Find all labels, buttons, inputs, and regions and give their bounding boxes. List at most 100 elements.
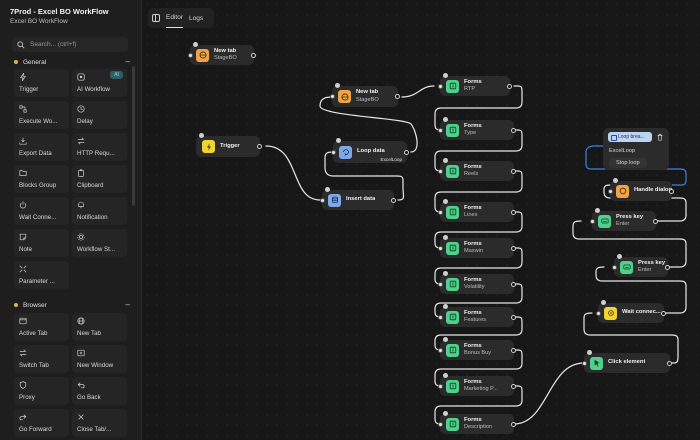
block-active-tab[interactable]: Active Tab	[14, 313, 69, 341]
output-port[interactable]	[404, 149, 409, 155]
block-delay[interactable]: Delay	[72, 101, 127, 129]
node-toggle[interactable]	[617, 254, 622, 259]
node-toggle[interactable]	[325, 187, 330, 192]
collapse-toggle[interactable]: –	[126, 301, 130, 309]
input-port[interactable]	[188, 52, 193, 58]
node-toggle[interactable]	[443, 117, 448, 122]
input-port[interactable]	[608, 188, 613, 194]
input-port[interactable]	[438, 314, 443, 320]
block-parameter-prompt[interactable]: Parameter ...	[14, 261, 69, 289]
tab-logs[interactable]: Logs	[189, 8, 203, 28]
input-port[interactable]	[438, 209, 443, 215]
input-port[interactable]	[596, 310, 601, 316]
node-new-tab-1[interactable]: New tab StageBO	[188, 42, 256, 65]
node-press-key-2[interactable]: Press key Enter	[612, 254, 670, 277]
output-port[interactable]	[661, 310, 666, 316]
node-toggle[interactable]	[595, 208, 600, 213]
node-forms-bonus-buy[interactable]: Forms Bonus Buy	[438, 337, 516, 360]
loop-breakpoint-chip[interactable]: Loop brea...	[608, 132, 652, 142]
node-forms-lines[interactable]: Forms Lines	[438, 199, 516, 222]
node-toggle[interactable]	[443, 337, 448, 342]
output-port[interactable]	[669, 188, 674, 194]
output-port[interactable]	[667, 360, 672, 366]
node-forms-description[interactable]: Forms Description	[438, 411, 516, 434]
input-port[interactable]	[438, 421, 443, 427]
block-note[interactable]: Note	[14, 229, 69, 257]
node-toggle[interactable]	[443, 373, 448, 378]
block-wait-connections[interactable]: Wait Conne...	[14, 197, 69, 225]
output-port[interactable]	[511, 245, 516, 251]
node-press-key-1[interactable]: Press key Enter	[590, 208, 658, 231]
input-port[interactable]	[438, 281, 443, 287]
section-browser-header[interactable]: Browser –	[14, 299, 130, 311]
output-port[interactable]	[511, 347, 516, 353]
node-trigger[interactable]: Trigger	[196, 133, 262, 157]
input-port[interactable]	[438, 83, 443, 89]
block-proxy[interactable]: Proxy	[14, 377, 69, 405]
output-port[interactable]	[511, 209, 516, 215]
node-forms-rtp[interactable]: Forms RTP	[438, 73, 512, 96]
input-port[interactable]	[438, 168, 443, 174]
sidebar-toggle-icon[interactable]	[152, 14, 160, 22]
tab-editor[interactable]: Editor	[166, 8, 183, 28]
block-export-data[interactable]: Export Data	[14, 133, 69, 161]
input-port[interactable]	[438, 383, 443, 389]
output-port[interactable]	[395, 94, 400, 99]
output-port[interactable]	[511, 168, 516, 174]
input-port[interactable]	[320, 197, 325, 203]
search-box[interactable]	[12, 37, 128, 52]
block-ai-workflow[interactable]: AI AI Workflow	[72, 69, 127, 97]
output-port[interactable]	[507, 83, 512, 89]
output-port[interactable]	[653, 218, 658, 224]
node-new-tab-2[interactable]: New tab StageBO	[330, 83, 400, 107]
node-toggle[interactable]	[443, 158, 448, 163]
node-click-element[interactable]: Click element	[582, 350, 672, 373]
node-forms-features[interactable]: Forms Features	[438, 304, 516, 327]
input-port[interactable]	[438, 347, 443, 353]
node-toggle[interactable]	[443, 73, 448, 78]
section-general-header[interactable]: General –	[14, 56, 130, 68]
node-toggle[interactable]	[199, 133, 204, 138]
node-toggle[interactable]	[443, 304, 448, 309]
input-port[interactable]	[438, 127, 443, 133]
node-handle-dialog[interactable]: Handle dialog	[608, 178, 674, 201]
output-port[interactable]	[511, 383, 516, 389]
input-port[interactable]	[612, 264, 617, 270]
node-toggle[interactable]	[443, 199, 448, 204]
block-new-tab[interactable]: New Tab	[72, 313, 127, 341]
node-toggle[interactable]	[443, 411, 448, 416]
output-port[interactable]	[391, 197, 396, 203]
node-toggle[interactable]	[336, 138, 341, 143]
output-port[interactable]	[511, 281, 516, 287]
node-forms-maxwin[interactable]: Forms Maxwin	[438, 235, 516, 258]
block-clipboard[interactable]: Clipboard	[72, 165, 127, 193]
node-toggle[interactable]	[335, 83, 340, 88]
output-port[interactable]	[511, 421, 516, 427]
input-port[interactable]	[582, 360, 587, 366]
block-workflow-state[interactable]: Workflow St...	[72, 229, 127, 257]
input-port[interactable]	[330, 94, 335, 99]
output-port[interactable]	[511, 127, 516, 133]
block-execute-workflow[interactable]: Execute Wo...	[14, 101, 69, 129]
node-toggle[interactable]	[613, 178, 618, 183]
block-http-request[interactable]: HTTP Requ...	[72, 133, 127, 161]
node-toggle[interactable]	[193, 42, 198, 47]
collapse-toggle[interactable]: –	[126, 58, 130, 66]
input-port[interactable]	[331, 149, 336, 155]
node-toggle[interactable]	[443, 235, 448, 240]
input-port[interactable]	[590, 218, 595, 224]
block-trigger[interactable]: Trigger	[14, 69, 69, 97]
node-loop-data[interactable]: Loop data ExcelLoop	[331, 138, 409, 163]
node-insert-data[interactable]: Insert data	[320, 187, 396, 210]
output-port[interactable]	[251, 52, 256, 58]
block-new-window[interactable]: New Window	[72, 345, 127, 373]
output-port[interactable]	[257, 144, 262, 149]
block-switch-tab[interactable]: Switch Tab	[14, 345, 69, 373]
node-forms-type[interactable]: Forms Type	[438, 117, 516, 140]
node-toggle[interactable]	[587, 350, 592, 355]
block-notification[interactable]: Notification	[72, 197, 127, 225]
node-forms-reels[interactable]: Forms Reels	[438, 158, 516, 181]
search-input[interactable]	[30, 41, 126, 48]
input-port[interactable]	[438, 245, 443, 251]
block-go-forward[interactable]: Go Forward	[14, 409, 69, 437]
